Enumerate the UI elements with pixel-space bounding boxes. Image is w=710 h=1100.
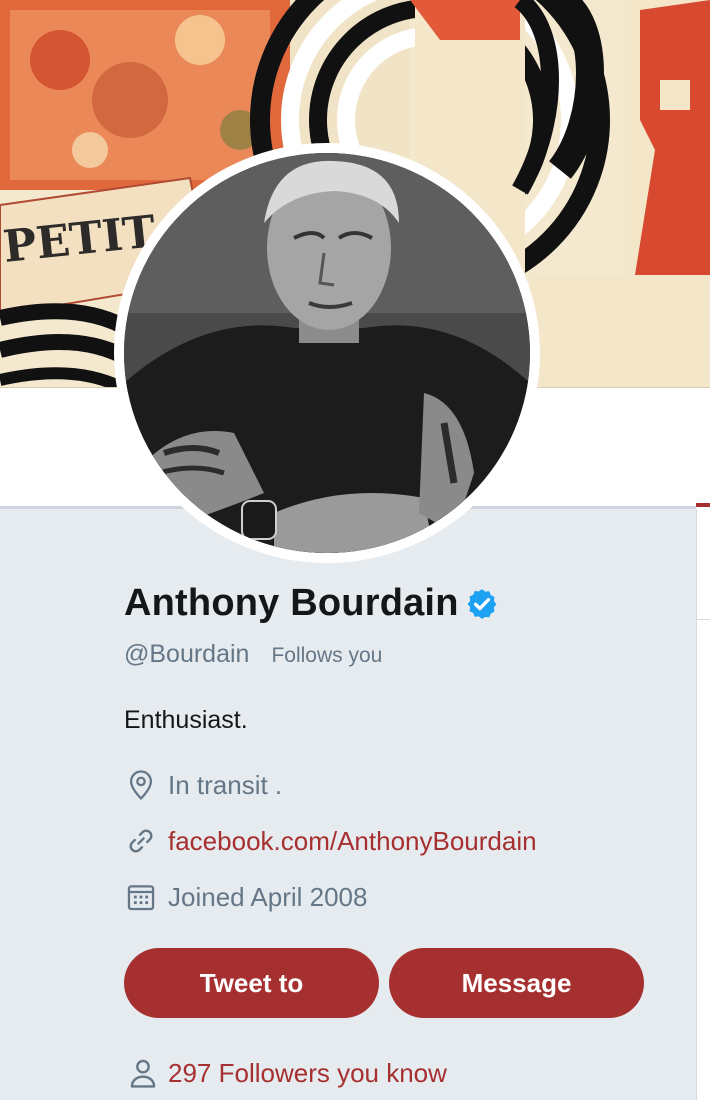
profile-page: PETIT Anthony Bourdain @Bourdain Follows… <box>0 0 710 1100</box>
profile-website-link[interactable]: facebook.com/AnthonyBourdain <box>168 826 537 857</box>
person-icon <box>130 1059 156 1088</box>
followers-you-know-row[interactable]: 297 Followers you know <box>124 1054 447 1092</box>
profile-avatar[interactable] <box>114 143 540 563</box>
profile-bio: Enthusiast. <box>124 706 248 734</box>
profile-location: In transit . <box>168 769 283 800</box>
panel-divider <box>697 619 710 620</box>
followers-you-know-link[interactable]: 297 Followers you know <box>168 1058 447 1089</box>
profile-name-row: Anthony Bourdain <box>124 582 499 625</box>
profile-name[interactable]: Anthony Bourdain <box>124 582 459 625</box>
message-button[interactable]: Message <box>389 948 644 1018</box>
joined-row: Joined April 2008 <box>124 880 367 914</box>
website-row: facebook.com/AnthonyBourdain <box>124 824 537 858</box>
location-row: In transit . <box>124 768 282 802</box>
calendar-icon <box>127 885 155 911</box>
tweet-to-button[interactable]: Tweet to <box>124 948 379 1018</box>
profile-joined-date: Joined April 2008 <box>168 881 368 912</box>
handle-row: @Bourdain Follows you <box>124 640 382 669</box>
right-side-panel <box>696 509 710 1100</box>
verified-badge-icon <box>467 588 497 619</box>
link-icon <box>129 829 153 853</box>
avatar-photo <box>124 153 530 553</box>
profile-handle[interactable]: @Bourdain <box>124 640 249 669</box>
nav-active-indicator <box>696 503 710 507</box>
location-pin-icon <box>129 770 153 801</box>
follows-you-badge: Follows you <box>271 644 383 667</box>
